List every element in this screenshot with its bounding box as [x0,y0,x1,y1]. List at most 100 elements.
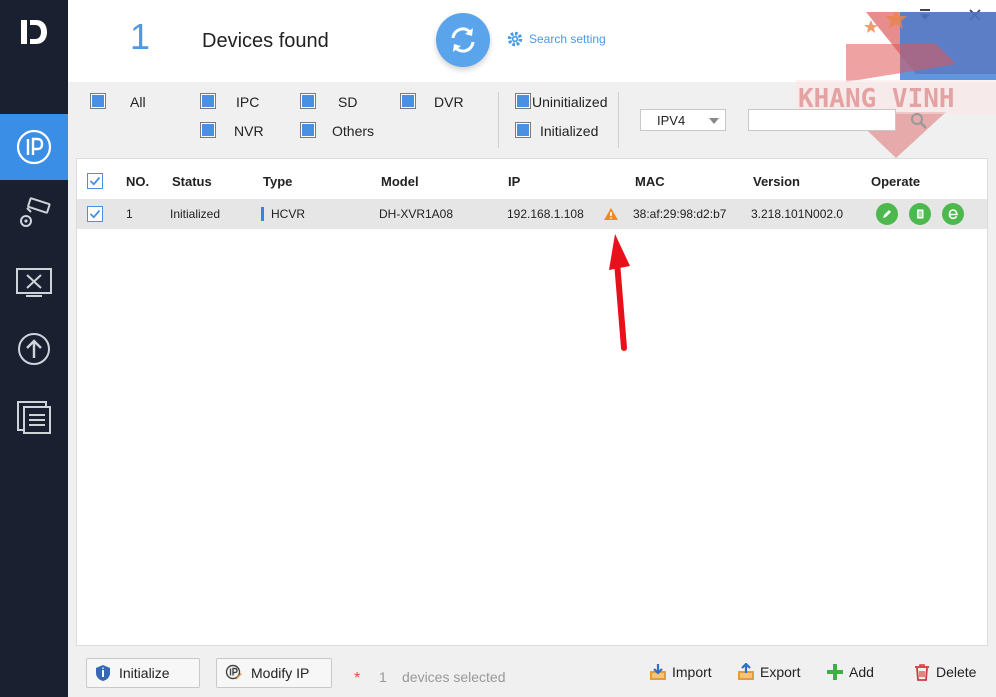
select-all-checkbox[interactable] [87,173,103,189]
initialize-label: Initialize [119,665,170,681]
filter-nvr-label: NVR [234,123,264,139]
export-label: Export [760,664,801,680]
export-button[interactable]: Export [737,663,800,681]
refresh-icon [451,27,475,53]
delete-label: Delete [936,664,977,680]
import-icon [650,664,666,680]
column-model: Model [381,173,419,189]
sidebar-item-ip-config[interactable] [0,114,68,180]
filter-sd-checkbox[interactable] [300,93,316,109]
details-button[interactable] [909,203,931,225]
ip-version-select[interactable]: IPV4 [640,109,726,131]
checkmark-icon [89,209,101,219]
filter-dvr-checkbox[interactable] [400,93,416,109]
add-button[interactable]: Add [826,663,874,681]
camera-settings-icon [20,197,51,227]
gear-icon [507,31,523,47]
filter-all-label: All [130,94,146,110]
system-tools-icon [16,268,52,297]
ip-config-icon [16,129,52,165]
column-operate: Operate [871,173,921,189]
document-list-icon [17,401,51,434]
type-indicator-bar [261,207,264,221]
pencil-icon [883,210,891,218]
filter-uninitialized-checkbox[interactable] [515,93,531,109]
chevron-down-icon [709,118,719,124]
filter-others-checkbox[interactable] [300,122,316,138]
device-table: NO. Status Type Model IP MAC Version Ope… [76,158,988,646]
modify-ip-icon [225,664,242,680]
filter-initialized-checkbox[interactable] [515,122,531,138]
selected-label: devices selected [402,669,506,685]
row-type: HCVR [271,207,306,221]
row-checkbox[interactable] [87,206,103,222]
table-row[interactable]: 1 Initialized HCVR DH-XVR1A08 192.168.1.… [77,199,987,229]
browser-icon [948,209,958,220]
footer: Initialize Modify IP * 1 devices selecte… [68,650,996,697]
search-icon[interactable] [910,112,928,130]
filter-nvr-checkbox[interactable] [200,122,216,138]
filter-all-checkbox[interactable] [90,93,106,109]
initialize-button[interactable]: Initialize [86,658,200,688]
trash-icon [915,664,929,681]
import-button[interactable]: Import [649,663,712,681]
required-asterisk-icon: * [354,670,361,687]
window-controls [918,8,982,22]
app-logo [18,16,50,48]
column-type: Type [263,173,293,189]
shield-icon [96,665,110,681]
header: 1 Devices found Search setting [68,0,996,82]
checkmark-icon [89,176,101,186]
warning-icon-cell [603,199,619,229]
modify-ip-button[interactable]: Modify IP [216,658,332,688]
menu-dropdown-icon[interactable] [918,8,932,22]
open-web-button[interactable] [942,203,964,225]
add-icon [827,664,843,680]
filter-ipc-label: IPC [236,94,260,110]
edit-button[interactable] [876,203,898,225]
refresh-button[interactable] [436,13,490,67]
filter-initialized-label: Initialized [540,123,599,139]
filter-dvr-label: DVR [434,94,464,110]
column-status: Status [172,173,212,189]
upgrade-icon [18,333,50,365]
document-icon [917,209,924,219]
modify-ip-label: Modify IP [251,665,310,681]
sidebar [0,0,68,697]
search-input[interactable] [748,109,896,131]
filter-uninitialized-label: Uninitialized [532,94,608,110]
row-type-cell: HCVR [261,199,305,229]
add-label: Add [849,664,874,680]
red-arrow-annotation [609,234,630,351]
row-mac: 38:af:29:98:d2:b7 [633,207,727,221]
sidebar-item-upgrade[interactable] [0,316,68,382]
filter-others-label: Others [332,123,375,139]
filter-sd-label: SD [338,94,358,110]
filter-divider-2 [618,92,619,148]
sidebar-item-camera-settings[interactable] [0,180,68,246]
search-setting-link[interactable]: Search setting [506,30,606,48]
column-version: Version [753,173,800,189]
export-icon [738,663,754,680]
row-model: DH-XVR1A08 [379,207,454,221]
filter-divider [498,92,499,148]
delete-button[interactable]: Delete [913,663,976,681]
table-header: NO. Status Type Model IP MAC Version Ope… [77,163,987,199]
warning-icon[interactable] [603,207,619,221]
row-ip: 192.168.1.108 [507,207,584,221]
row-status: Initialized [170,207,221,221]
sidebar-item-document-list[interactable] [0,384,68,450]
sidebar-item-system-tools[interactable] [0,250,68,316]
selected-count: 1 [379,669,387,685]
row-version: 3.218.101N002.0 [751,207,844,221]
row-operate [876,199,975,229]
column-no: NO. [126,173,150,189]
column-mac: MAC [635,173,665,189]
column-ip: IP [508,173,521,189]
import-label: Import [672,664,712,680]
filter-ipc-checkbox[interactable] [200,93,216,109]
ip-version-value: IPV4 [657,113,686,128]
device-count: 1 [130,16,151,57]
filter-bar: All IPC SD DVR NVR Others Uninitialized … [68,82,996,154]
close-icon[interactable] [968,8,982,22]
